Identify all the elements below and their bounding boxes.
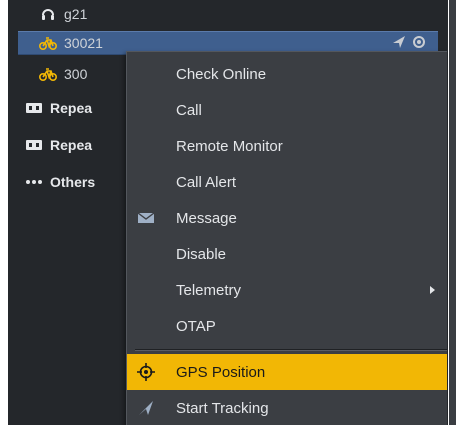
tree-item-repeater-1[interactable]: Repea <box>24 96 92 120</box>
repeater-icon <box>24 98 44 118</box>
menu-item-call[interactable]: Call <box>127 92 447 128</box>
tree-item-g21[interactable]: g21 <box>38 2 87 26</box>
menu-item-remote-monitor[interactable]: Remote Monitor <box>127 128 447 164</box>
menu-item-message[interactable]: Message <box>127 200 447 236</box>
tree-item-label: Repea <box>50 100 93 116</box>
menu-item-label: Check Online <box>176 65 267 83</box>
menu-item-label: Disable <box>176 245 227 263</box>
menu-item-label: Start Tracking <box>176 399 269 417</box>
menu-item-gps-position[interactable]: GPS Position <box>127 354 447 390</box>
tree-scrollbar[interactable] <box>449 0 456 425</box>
headset-icon <box>38 4 58 24</box>
repeater-icon <box>24 135 44 155</box>
menu-item-label: Telemetry <box>176 281 242 299</box>
menu-item-start-tracking[interactable]: Start Tracking <box>127 390 447 425</box>
submenu-arrow-icon <box>430 286 435 294</box>
menu-item-label: GPS Position <box>176 363 266 381</box>
bicycle-icon <box>38 33 58 53</box>
menu-item-otap[interactable]: OTAP <box>127 308 447 344</box>
menu-item-label: Call <box>176 101 202 119</box>
tree-item-300[interactable]: 300 <box>38 62 87 86</box>
ellipsis-icon <box>24 172 44 192</box>
send-arrow-icon <box>136 398 156 418</box>
app-window: g21 30021 300 Repea Repea Others Check O… <box>0 0 457 425</box>
menu-item-label: Call Alert <box>176 173 237 191</box>
menu-item-check-online[interactable]: Check Online <box>127 56 447 92</box>
menu-separator <box>135 349 447 351</box>
tree-item-repeater-2[interactable]: Repea <box>24 133 92 157</box>
context-menu: Check Online Call Remote Monitor Call Al… <box>126 51 447 425</box>
crosshair-icon <box>136 362 156 382</box>
menu-item-disable[interactable]: Disable <box>127 236 447 272</box>
tree-item-label: 300 <box>64 66 88 82</box>
status-dot-icon <box>413 36 425 48</box>
envelope-icon <box>136 208 156 228</box>
send-arrow-icon <box>393 36 405 48</box>
menu-item-label: OTAP <box>176 317 216 335</box>
bicycle-icon <box>38 64 58 84</box>
tree-item-label: Others <box>50 174 96 190</box>
menu-item-call-alert[interactable]: Call Alert <box>127 164 447 200</box>
row-status-icons <box>392 35 426 49</box>
tree-item-others[interactable]: Others <box>24 170 95 194</box>
menu-item-telemetry[interactable]: Telemetry <box>127 272 447 308</box>
menu-item-label: Message <box>176 209 237 227</box>
tree-item-label: Repea <box>50 137 93 153</box>
tree-item-label: g21 <box>64 6 88 22</box>
menu-item-label: Remote Monitor <box>176 137 283 155</box>
tree-item-label: 30021 <box>64 35 103 51</box>
